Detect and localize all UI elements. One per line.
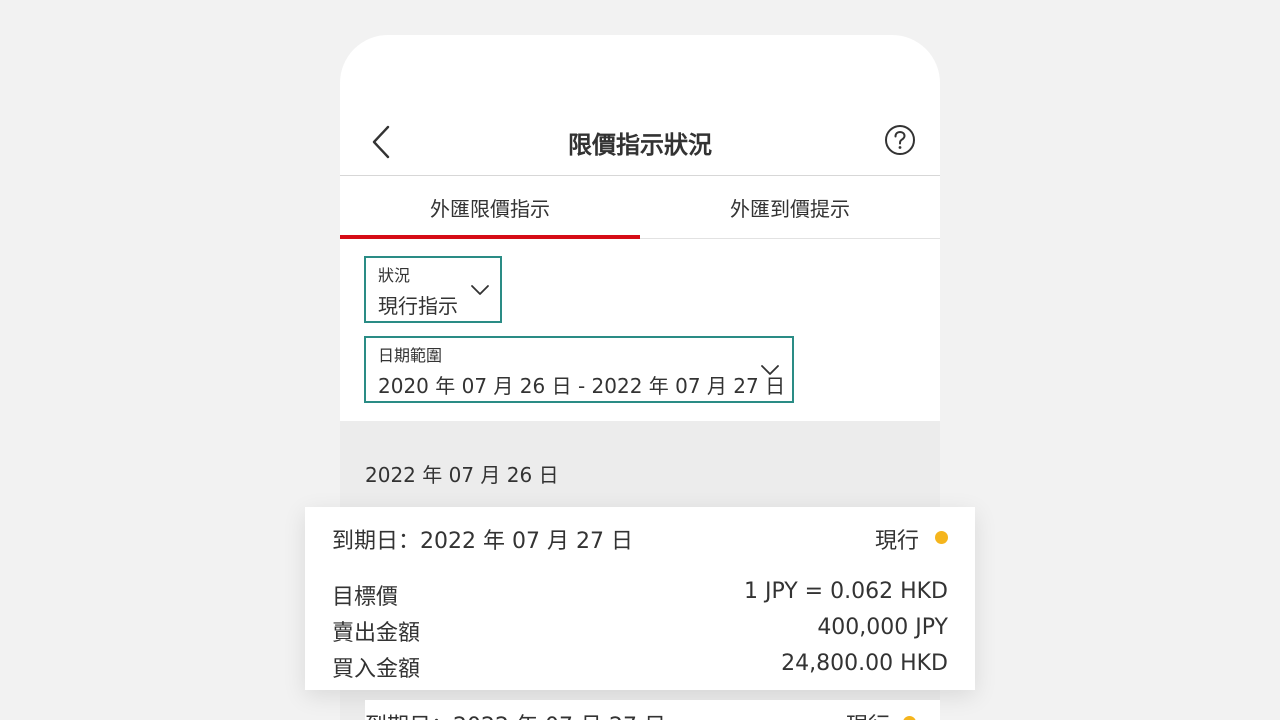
order-status-text: 現行 <box>874 529 919 554</box>
tab-bar: 外匯限價指示 外匯到價提示 <box>340 175 940 239</box>
app-header: 限價指示狀況 <box>340 35 940 176</box>
sell-amount-value: 400,000 JPY <box>817 615 948 640</box>
target-price-row: 目標價 1 JPY = 0.062 HKD <box>332 579 948 610</box>
order-status-text: 現行 <box>846 708 890 720</box>
chevron-down-icon <box>761 365 779 375</box>
status-dot-icon <box>903 716 916 720</box>
target-price-value: 1 JPY = 0.062 HKD <box>743 579 948 604</box>
date-range-label: 日期範圍 <box>378 346 443 365</box>
date-range-value: 2020 年 07 月 26 日 - 2022 年 07 月 27 日 <box>378 374 786 398</box>
buy-amount-row: 買入金額 24,800.00 HKD <box>332 651 948 682</box>
sell-amount-label: 賣出金額 <box>332 621 421 646</box>
order-card[interactable]: 到期日：2022 年 07 月 27 日 現行 目標價 1 JPY = 0.06… <box>305 507 975 690</box>
help-circle-icon <box>885 125 915 155</box>
tab-fx-limit-orders[interactable]: 外匯限價指示 <box>340 176 640 239</box>
status-dropdown-label: 狀況 <box>378 266 411 285</box>
buy-amount-label: 買入金額 <box>332 657 421 682</box>
date-range-dropdown[interactable]: 日期範圍 2020 年 07 月 26 日 - 2022 年 07 月 27 日 <box>364 336 794 403</box>
status-dropdown[interactable]: 狀況 現行指示 <box>364 256 502 323</box>
help-button[interactable] <box>884 124 916 156</box>
tab-fx-rate-alerts[interactable]: 外匯到價提示 <box>640 176 940 238</box>
target-price-label: 目標價 <box>332 585 399 610</box>
order-expiry-date: 到期日：2022 年 07 月 27 日 <box>365 708 666 720</box>
group-date-header: 2022 年 07 月 26 日 <box>365 463 559 487</box>
buy-amount-value: 24,800.00 HKD <box>781 651 948 676</box>
sell-amount-row: 賣出金額 400,000 JPY <box>332 615 948 646</box>
status-dropdown-value: 現行指示 <box>378 294 458 318</box>
chevron-down-icon <box>471 285 489 295</box>
order-expiry-date: 到期日：2022 年 07 月 27 日 <box>332 529 633 554</box>
status-dot-icon <box>935 531 948 544</box>
order-card-partial[interactable]: 到期日：2022 年 07 月 27 日 現行 <box>365 700 940 720</box>
page-title: 限價指示狀況 <box>568 131 712 159</box>
